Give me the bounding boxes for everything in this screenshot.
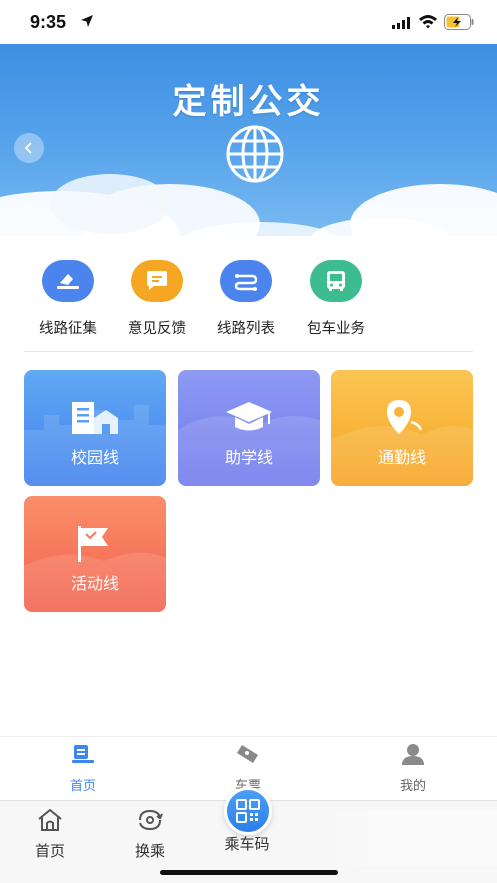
quick-action-label: 意见反馈 [128,321,186,337]
bottom-tab-label: 首页 [34,842,65,860]
banner[interactable]: 定制公交 [0,44,497,246]
tab-label: 首页 [69,779,96,794]
bus-icon [310,260,362,302]
tile-label: 活动线 [70,574,119,593]
status-bar: 9:35 [0,0,497,44]
quick-action-route-collection[interactable]: 线路征集 [23,260,113,338]
banner-title: 定制公交 [172,82,325,122]
vote-icon [42,260,94,302]
blur-overlay [330,811,497,866]
bottom-nav: 首页 换乘 乘车码 [0,787,497,883]
location-arrow-icon [81,15,93,27]
banner-prev-button[interactable] [14,133,44,163]
battery-charging-icon [444,14,474,30]
ticket-icon [237,745,258,763]
quick-action-label: 线路征集 [39,321,97,337]
quick-action-route-list[interactable]: 线路列表 [201,260,291,338]
tab-home[interactable]: 首页 [38,743,128,794]
user-icon [402,744,424,765]
quick-action-feedback[interactable]: 意见反馈 [112,260,202,338]
tile-event-line[interactable]: 活动线 [24,496,166,612]
bottom-tab-home[interactable]: 首页 [10,807,90,861]
tile-label: 校园线 [70,448,119,467]
bottom-tab-transfer[interactable]: 换乘 [110,807,190,861]
tab-mine[interactable]: 我的 [368,743,458,794]
bottom-tab-label: 换乘 [134,842,165,860]
qr-code-icon [236,799,260,823]
graduation-cap-icon [226,402,272,431]
school-building-icon [72,402,118,434]
home-icon [38,808,62,831]
quick-action-label: 包车业务 [307,321,365,337]
divider [24,351,473,352]
chevron-left-icon [24,142,32,154]
main-content: 线路征集 意见反馈 线路列表 包车业务 校园线 助学线 通勤线 活动线 [0,236,497,736]
home-indicator [160,870,338,875]
quick-action-charter[interactable]: 包车业务 [291,260,381,338]
tile-commute-line[interactable]: 通勤线 [331,370,473,486]
globe-icon [226,125,284,183]
tile-label: 通勤线 [377,448,426,467]
chat-bubble-icon [131,260,183,302]
transfer-icon [139,809,163,831]
route-icon [220,260,272,302]
quick-action-label: 线路列表 [217,321,275,337]
quick-actions: 线路征集 意见反馈 线路列表 包车业务 [23,260,423,340]
tile-label: 助学线 [224,448,273,467]
flag-icon [78,526,108,562]
tile-campus-line[interactable]: 校园线 [24,370,166,486]
ride-code-label: 乘车码 [224,835,270,853]
tab-label: 我的 [399,779,426,794]
tile-study-line[interactable]: 助学线 [178,370,320,486]
status-time: 9:35 [30,12,67,32]
location-pin-icon [387,400,423,434]
wifi-icon [419,15,437,29]
home-list-icon [72,745,94,763]
cellular-signal-icon [392,17,410,29]
ride-code-button[interactable] [224,787,272,835]
